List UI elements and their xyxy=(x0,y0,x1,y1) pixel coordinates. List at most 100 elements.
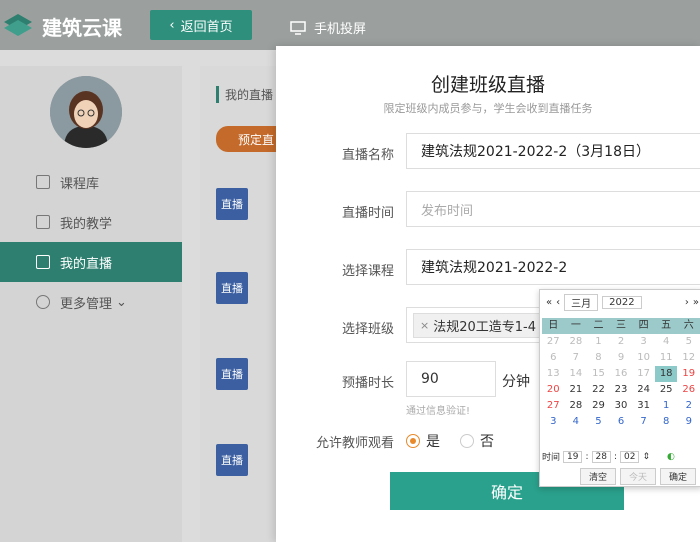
day-cell[interactable]: 7 xyxy=(565,350,588,366)
radio-checked-icon xyxy=(406,434,420,448)
weekday-label: 六 xyxy=(683,320,694,331)
prev-year-icon[interactable]: « xyxy=(546,297,552,308)
refresh-icon[interactable]: ◐ xyxy=(667,452,675,462)
week-row: 27 28 1 2 3 4 5 xyxy=(542,334,700,350)
day-cell[interactable]: 9 xyxy=(677,414,700,430)
day-cell[interactable]: 12 xyxy=(677,350,700,366)
weekday-label: 三 xyxy=(616,320,627,331)
day-cell[interactable]: 27 xyxy=(542,334,565,350)
day-cell[interactable]: 20 xyxy=(542,382,565,398)
logo-icon xyxy=(4,14,32,36)
second-input[interactable]: 02 xyxy=(620,450,640,463)
day-cell[interactable]: 27 xyxy=(542,398,565,414)
tag-remove-icon[interactable]: × xyxy=(420,319,429,332)
day-cell[interactable]: 3 xyxy=(632,334,655,350)
live-badge: 直播 xyxy=(216,272,248,304)
class-tag[interactable]: × 法规20工造专1-4 xyxy=(413,312,543,338)
avatar-image xyxy=(50,76,122,148)
prev-month-icon[interactable]: ‹ xyxy=(556,297,560,308)
avatar[interactable] xyxy=(50,76,122,148)
minute-input[interactable]: 28 xyxy=(591,450,611,463)
day-cell[interactable]: 5 xyxy=(677,334,700,350)
phone-cast-button[interactable]: 手机投屏 xyxy=(290,18,366,37)
day-cell[interactable]: 17 xyxy=(632,366,655,382)
day-cell[interactable]: 11 xyxy=(655,350,678,366)
duration-input[interactable]: 90 xyxy=(406,361,496,397)
camera-icon xyxy=(36,255,50,269)
day-cell[interactable]: 28 xyxy=(565,398,588,414)
time-stepper-icon[interactable]: ⇕ xyxy=(642,452,650,462)
day-cell[interactable]: 22 xyxy=(587,382,610,398)
next-month-icon[interactable]: › xyxy=(685,297,689,308)
day-cell[interactable]: 8 xyxy=(655,414,678,430)
day-cell[interactable]: 1 xyxy=(587,334,610,350)
calendar-grid: 日 一 二 三 四 五 六 27 28 1 2 3 4 5 6 7 8 9 10… xyxy=(542,318,700,430)
sidebar-item-label: 我的直播 xyxy=(60,256,113,272)
live-badge: 直播 xyxy=(216,444,248,476)
day-cell[interactable]: 7 xyxy=(632,414,655,430)
back-home-button[interactable]: ‹ 返回首页 xyxy=(150,10,252,40)
chevron-left-icon: ‹ xyxy=(169,17,175,33)
sidebar-item-my-live[interactable]: 我的直播 xyxy=(0,242,182,282)
week-row: 6 7 8 9 10 11 12 xyxy=(542,350,700,366)
time-picker: 时间 19 : 28 : 02 ⇕ ◐ xyxy=(542,450,675,463)
day-cell[interactable]: 9 xyxy=(610,350,633,366)
day-cell[interactable]: 19 xyxy=(677,366,700,382)
day-cell[interactable]: 8 xyxy=(587,350,610,366)
weekday-label: 五 xyxy=(661,320,672,331)
day-cell[interactable]: 23 xyxy=(610,382,633,398)
day-cell[interactable]: 29 xyxy=(587,398,610,414)
next-year-icon[interactable]: » xyxy=(693,297,699,308)
day-cell[interactable]: 10 xyxy=(632,350,655,366)
day-cell-today[interactable]: 18 xyxy=(654,366,678,382)
date-picker: « ‹ 三月 2022 › » 日 一 二 三 四 五 六 27 28 1 2 … xyxy=(539,289,700,487)
day-cell[interactable]: 13 xyxy=(542,366,565,382)
month-select[interactable]: 三月 xyxy=(564,293,599,311)
day-cell[interactable]: 5 xyxy=(587,414,610,430)
modal-title: 创建班级直播 xyxy=(430,74,545,96)
clear-button[interactable]: 清空 xyxy=(580,468,617,485)
page-title: 我的直播 xyxy=(216,86,273,103)
day-cell[interactable]: 15 xyxy=(587,366,610,382)
chevron-down-icon: ⌄ xyxy=(116,294,127,310)
day-cell[interactable]: 14 xyxy=(565,366,588,382)
week-row: 3 4 5 6 7 8 9 xyxy=(542,414,700,430)
live-name-input[interactable]: 建筑法规2021-2022-2（3月18日） xyxy=(406,133,700,169)
allow-yes-radio[interactable]: 是 xyxy=(406,431,440,451)
day-cell[interactable]: 4 xyxy=(655,334,678,350)
sidebar-item-more-management[interactable]: 更多管理 ⌄ xyxy=(0,282,182,322)
day-cell[interactable]: 21 xyxy=(565,382,588,398)
live-time-input[interactable]: 发布时间 xyxy=(406,191,700,227)
day-cell[interactable]: 2 xyxy=(610,334,633,350)
sidebar-item-my-teaching[interactable]: 我的教学 xyxy=(0,202,182,242)
day-cell[interactable]: 3 xyxy=(542,414,565,430)
day-cell[interactable]: 26 xyxy=(677,382,700,398)
sidebar-item-label: 更多管理 xyxy=(60,296,113,312)
day-cell[interactable]: 25 xyxy=(655,382,678,398)
day-cell[interactable]: 6 xyxy=(542,350,565,366)
hour-input[interactable]: 19 xyxy=(563,450,583,463)
allow-teacher-label: 允许教师观看 xyxy=(315,436,394,451)
allow-no-radio[interactable]: 否 xyxy=(460,431,494,451)
weekday-label: 一 xyxy=(570,320,581,331)
weekday-label: 四 xyxy=(638,320,649,331)
day-cell[interactable]: 30 xyxy=(610,398,633,414)
day-cell[interactable]: 6 xyxy=(610,414,633,430)
year-select[interactable]: 2022 xyxy=(602,295,642,309)
allow-yes-label: 是 xyxy=(426,434,440,450)
day-cell[interactable]: 1 xyxy=(655,398,678,414)
day-cell[interactable]: 31 xyxy=(632,398,655,414)
day-cell[interactable]: 2 xyxy=(677,398,700,414)
ok-button[interactable]: 确定 xyxy=(660,468,697,485)
sidebar-item-course-library[interactable]: 课程库 xyxy=(0,162,182,202)
course-select[interactable]: 建筑法规2021-2022-2 xyxy=(406,249,700,285)
day-cell[interactable]: 16 xyxy=(610,366,633,382)
radio-unchecked-icon xyxy=(460,434,474,448)
brand-title: 建筑云课 xyxy=(42,16,122,40)
day-cell[interactable]: 24 xyxy=(632,382,655,398)
today-button[interactable]: 今天 xyxy=(620,468,657,485)
day-cell[interactable]: 4 xyxy=(565,414,588,430)
day-cell[interactable]: 28 xyxy=(565,334,588,350)
live-time-label: 直播时间 xyxy=(341,206,394,221)
sidebar-item-label: 我的教学 xyxy=(60,216,113,232)
